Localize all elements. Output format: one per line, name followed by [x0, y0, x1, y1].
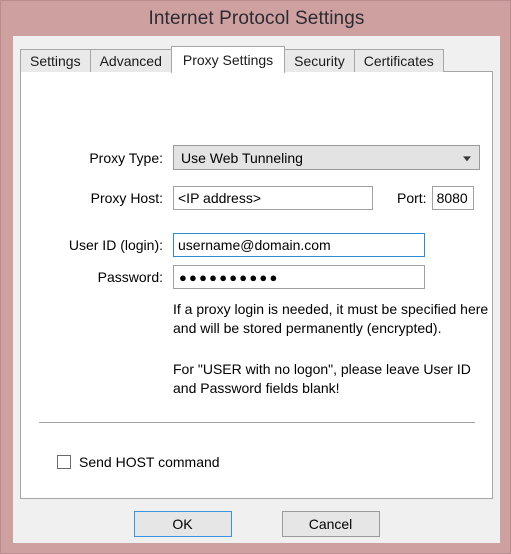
dialog-body: Settings Advanced Proxy Settings Securit…	[13, 36, 500, 543]
tab-settings[interactable]: Settings	[20, 49, 91, 72]
page-title: Internet Protocol Settings	[148, 7, 365, 29]
password-label: Password:	[97, 269, 163, 285]
dialog-window: Internet Protocol Settings Settings Adva…	[0, 0, 511, 554]
proxy-host-label: Proxy Host:	[90, 190, 163, 206]
port-label: Port:	[397, 190, 427, 206]
proxy-type-label: Proxy Type:	[89, 149, 163, 166]
tab-advanced[interactable]: Advanced	[89, 49, 172, 72]
port-input[interactable]: 8080	[431, 186, 474, 210]
user-id-label: User ID (login):	[68, 237, 163, 253]
button-bar: OK Cancel	[13, 504, 500, 543]
proxy-host-input[interactable]: <IP address>	[173, 186, 373, 210]
tab-proxy-settings[interactable]: Proxy Settings	[170, 46, 286, 73]
tab-panel-proxy-settings: Proxy Type: Use Web Tunneling ▾ Proxy Ho…	[20, 71, 493, 499]
user-id-input[interactable]: username@domain.com	[173, 233, 425, 257]
no-logon-help-text: For "USER with no logon", please leave U…	[173, 361, 471, 396]
section-separator	[39, 422, 475, 424]
proxy-type-value: Use Web Tunneling	[181, 149, 303, 166]
user-id-row: User ID (login): username@domain.com	[21, 233, 491, 257]
proxy-host-row: Proxy Host: <IP address> Port: 8080	[21, 186, 491, 210]
send-host-row[interactable]: Send HOST command	[57, 454, 220, 470]
proxy-type-row: Proxy Type: Use Web Tunneling ▾	[21, 145, 481, 170]
tab-bar: Settings Advanced Proxy Settings Securit…	[20, 46, 444, 73]
proxy-login-help-text: If a proxy login is needed, it must be s…	[173, 301, 489, 336]
chevron-down-icon: ▾	[462, 151, 472, 164]
tab-certificates[interactable]: Certificates	[353, 49, 444, 72]
cancel-button[interactable]: Cancel	[281, 510, 380, 537]
proxy-type-select[interactable]: Use Web Tunneling ▾	[173, 145, 480, 170]
tab-security[interactable]: Security	[284, 49, 355, 72]
title-bar: Internet Protocol Settings	[1, 1, 511, 36]
password-input[interactable]: ●●●●●●●●●●	[173, 265, 425, 289]
send-host-label: Send HOST command	[79, 454, 220, 470]
password-row: Password: ●●●●●●●●●●	[21, 265, 491, 289]
ok-button[interactable]: OK	[133, 510, 232, 537]
send-host-checkbox[interactable]	[57, 455, 71, 469]
